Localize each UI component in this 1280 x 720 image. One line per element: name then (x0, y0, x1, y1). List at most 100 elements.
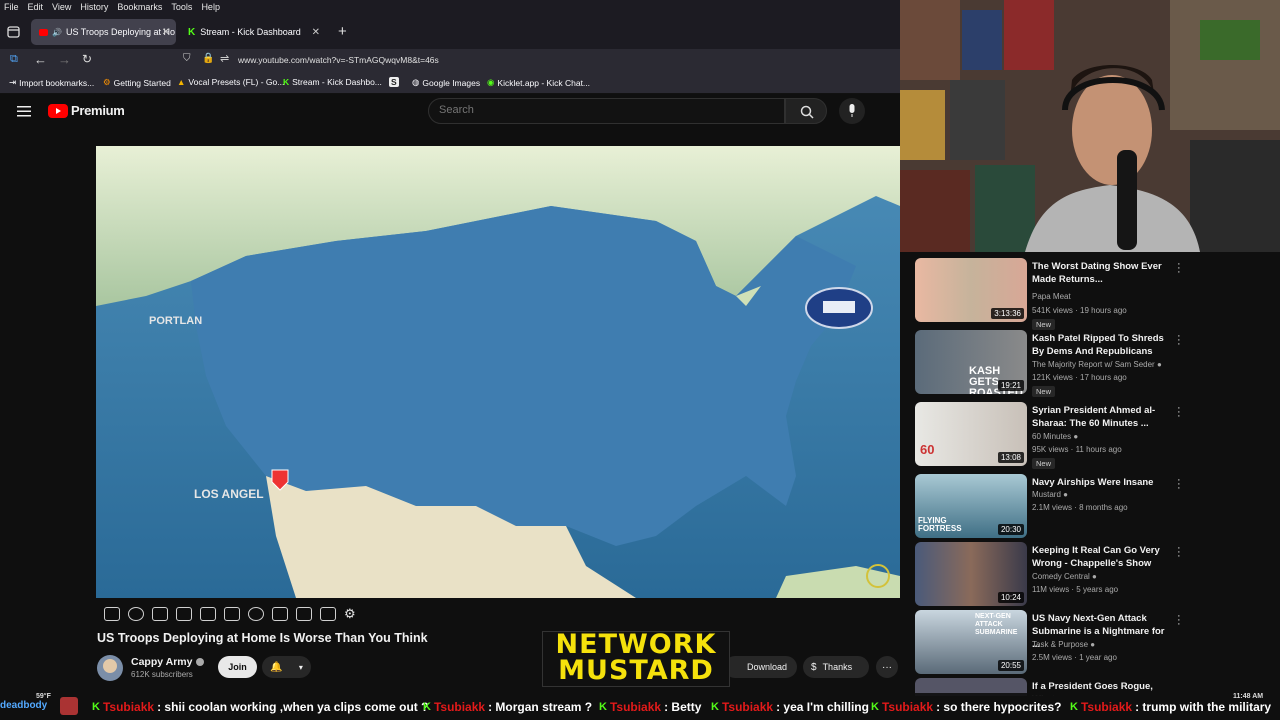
recommendation-channel[interactable]: 60 Minutes ● (1032, 432, 1078, 441)
verified-icon: ● (1156, 360, 1162, 369)
shield-icon[interactable]: ⛉ (183, 53, 191, 64)
more-options-icon[interactable]: · · · (1177, 331, 1181, 350)
loop-icon[interactable] (104, 607, 120, 621)
recommendation-item[interactable]: FLYING FORTRESS 20:30 Navy Airships Were… (915, 474, 1275, 538)
bookmark-vocal-presets[interactable]: ▲ Vocal Presets (FL) - Go... (177, 77, 284, 87)
recommendations-sidebar: 3:13:36 The Worst Dating Show Ever Made … (900, 252, 1280, 700)
recommendation-channel[interactable]: Task & Purpose ● (1032, 640, 1095, 649)
tab-title: US Troops Deploying at Ho (65, 27, 176, 37)
speaker-icon[interactable]: 🔊 (52, 28, 62, 37)
channel-avatar[interactable] (97, 655, 123, 681)
menu-tools[interactable]: Tools (171, 2, 192, 12)
recommendation-item[interactable]: KASH GETS ROASTED 19:21 Kash Patel Rippe… (915, 330, 1275, 397)
more-actions-button[interactable]: ··· (876, 656, 898, 678)
menu-edit[interactable]: Edit (28, 2, 44, 12)
recommendation-channel[interactable]: The Majority Report w/ Sam Seder ● (1032, 360, 1162, 369)
chat-message: K Tsubiakk: trump with the military (1070, 700, 1272, 714)
lock-icon[interactable]: 🔒 (202, 53, 214, 64)
recommendation-title[interactable]: Kash Patel Ripped To Shreds By Dems And … (1032, 332, 1172, 358)
settings-gear-icon[interactable]: ⚙ (344, 606, 356, 622)
video-player[interactable]: PORTLAN LOS ANGEL (96, 146, 900, 598)
voice-search-button[interactable] (839, 98, 865, 124)
more-options-icon[interactable]: · · · (1177, 475, 1181, 494)
picture-in-picture-icon[interactable] (200, 607, 216, 621)
menu-history[interactable]: History (80, 2, 108, 12)
navigation-bar: ⧉ ← → ↻ ⛉ 🔒 ⇌ www.youtube.com/watch?v=-S… (0, 49, 900, 71)
recommendation-item[interactable]: NEXT-GEN ATTACK SUBMARINE 20:55 US Navy … (915, 610, 1275, 674)
recommendation-channel[interactable]: Mustard ● (1032, 490, 1068, 499)
new-badge: New (1032, 319, 1056, 330)
url-bar[interactable]: ⛉ 🔒 ⇌ www.youtube.com/watch?v=-STmAGQwqv… (175, 51, 895, 69)
recommendation-title[interactable]: Navy Airships Were Insane (1032, 476, 1172, 489)
frame-step-icon[interactable] (272, 607, 288, 621)
url-text[interactable]: www.youtube.com/watch?v=-STmAGQwqvM8&t=4… (238, 55, 439, 65)
sidebar-toggle-icon[interactable]: ⧉ (10, 53, 18, 66)
channel-name[interactable]: Cappy Army (131, 656, 205, 668)
video-thumbnail[interactable]: KASH GETS ROASTED 19:21 (915, 330, 1027, 394)
notifications-button[interactable]: 🔔 ▾ (262, 656, 311, 678)
bookmark-google-images[interactable]: ◍ Google Images (412, 77, 480, 88)
more-options-icon[interactable]: · · · (1177, 403, 1181, 422)
more-options-icon[interactable]: · · · (1177, 259, 1181, 278)
join-button[interactable]: Join (218, 656, 257, 678)
bell-icon: 🔔 (270, 661, 283, 673)
verified-icon (196, 658, 205, 666)
search-box[interactable] (428, 98, 785, 124)
hamburger-menu-icon[interactable] (17, 105, 31, 117)
screenshot-icon[interactable] (296, 607, 312, 621)
menu-help[interactable]: Help (201, 2, 220, 12)
download-button[interactable]: Download (724, 656, 797, 678)
recommendation-meta: 2.5M views · 1 year ago (1032, 653, 1117, 662)
recommendation-meta: 2.1M views · 8 months ago (1032, 503, 1128, 512)
youtube-logo[interactable]: Premium (48, 103, 125, 118)
recommendation-channel[interactable]: Papa Meat (1032, 292, 1071, 301)
video-thumbnail[interactable]: 3:13:36 (915, 258, 1027, 322)
tab-kick-dashboard[interactable]: K Stream - Kick Dashboard ✕ (180, 19, 326, 45)
tab-list-icon[interactable] (7, 26, 20, 38)
recommendation-item[interactable]: 3:13:36 The Worst Dating Show Ever Made … (915, 258, 1275, 330)
new-tab-icon[interactable]: + (338, 23, 347, 40)
recommendation-title[interactable]: Keeping It Real Can Go Very Wrong - Chap… (1032, 544, 1172, 570)
bookmark-getting-started[interactable]: ⚙ Getting Started (103, 77, 171, 88)
video-thumbnail[interactable]: NEXT-GEN ATTACK SUBMARINE 20:55 (915, 610, 1027, 674)
permissions-icon[interactable]: ⇌ (220, 52, 229, 65)
film-icon[interactable] (176, 607, 192, 621)
thumbnail-text: FLYING FORTRESS (918, 516, 962, 533)
menu-bookmarks[interactable]: Bookmarks (117, 2, 162, 12)
close-tab-icon[interactable]: ✕ (162, 27, 170, 38)
recommendation-item[interactable]: 60 13:08 Syrian President Ahmed al-Shara… (915, 402, 1275, 469)
recommendation-title[interactable]: Syrian President Ahmed al-Sharaa: The 60… (1032, 404, 1172, 430)
tab-youtube[interactable]: 🔊 US Troops Deploying at Ho ✕ (31, 19, 176, 45)
search-input[interactable] (439, 104, 769, 116)
keyboard-icon[interactable] (320, 607, 336, 621)
recommendation-meta: 95K views · 11 hours ago (1032, 445, 1122, 454)
overlay-line-2: MUSTARD (558, 655, 714, 686)
bookmark-import[interactable]: ⇥ Import bookmarks... (9, 77, 94, 88)
stats-icon[interactable] (152, 607, 168, 621)
menu-file[interactable]: File (4, 2, 19, 12)
video-thumbnail[interactable]: 60 13:08 (915, 402, 1027, 466)
recommendation-channel[interactable]: Comedy Central ● (1032, 572, 1097, 581)
bookmark-s[interactable]: S (389, 77, 399, 87)
kick-icon: K (871, 701, 879, 713)
close-tab-icon[interactable]: ✕ (312, 27, 320, 38)
recommendation-item[interactable]: 10:24 Keeping It Real Can Go Very Wrong … (915, 542, 1275, 606)
bookmark-kick-dashboard[interactable]: K Stream - Kick Dashbo... (283, 77, 382, 87)
bookmark-kicklet[interactable]: ◉ Kicklet.app - Kick Chat... (487, 77, 590, 88)
video-thumbnail[interactable]: 10:24 (915, 542, 1027, 606)
chevron-down-icon: ▾ (298, 662, 303, 672)
video-thumbnail[interactable]: FLYING FORTRESS 20:30 (915, 474, 1027, 538)
audio-icon[interactable] (128, 607, 144, 621)
more-options-icon[interactable]: · · · (1177, 543, 1181, 562)
speed-icon[interactable] (248, 607, 264, 621)
search-button[interactable] (785, 98, 827, 124)
menu-view[interactable]: View (52, 2, 71, 12)
forward-icon[interactable]: → (58, 52, 71, 67)
thanks-button[interactable]: $ Thanks (803, 656, 869, 678)
recommendation-title[interactable]: The Worst Dating Show Ever Made Returns.… (1032, 260, 1172, 286)
more-options-icon[interactable]: · · · (1177, 611, 1181, 630)
recommendation-meta: 121K views · 17 hours ago (1032, 373, 1127, 382)
cinema-mode-icon[interactable] (224, 607, 240, 621)
back-icon[interactable]: ← (34, 52, 47, 67)
reload-icon[interactable]: ↻ (82, 52, 92, 66)
